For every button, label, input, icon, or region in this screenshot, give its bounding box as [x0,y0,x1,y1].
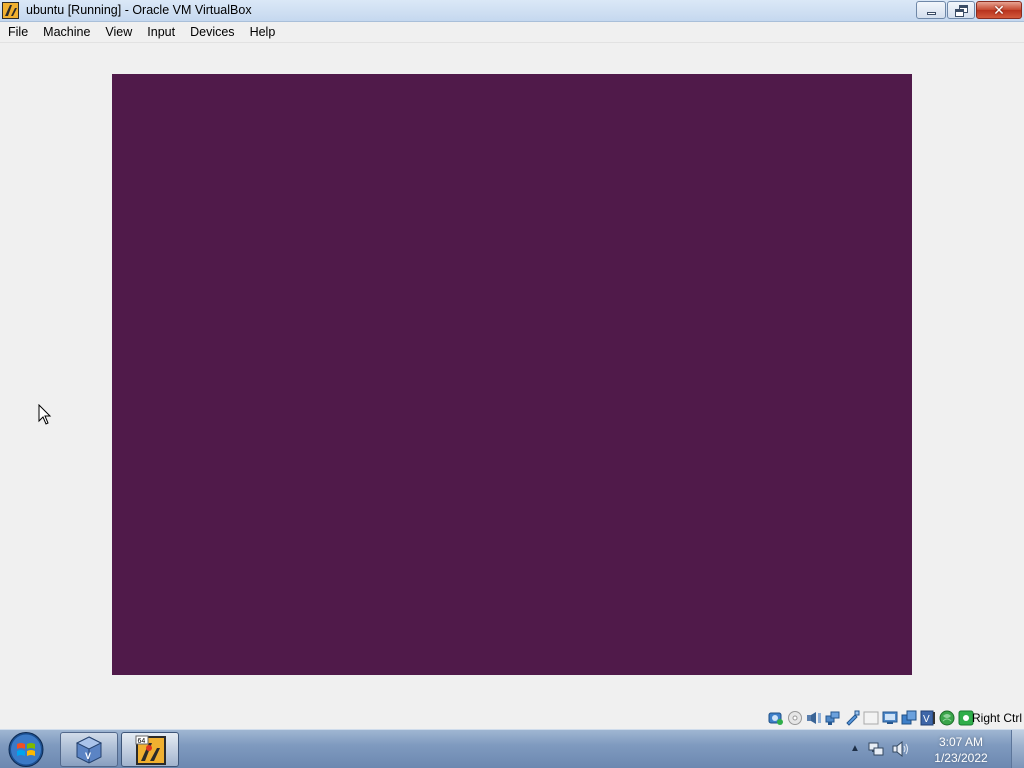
taskbar-clock[interactable]: 3:07 AM 1/23/2022 [922,734,1000,766]
show-hidden-icons-button[interactable]: ▲ [850,743,860,754]
menu-help[interactable]: Help [242,23,283,42]
taskbar-vm-window[interactable]: 64 [121,732,179,767]
menu-bar: File Machine View Input Devices Help [0,23,1024,43]
restore-button[interactable] [947,1,975,19]
close-icon: ✕ [993,2,1005,18]
window-controls: ✕ [915,1,1022,20]
menu-view[interactable]: View [97,23,139,42]
clock-time: 3:07 AM [938,735,984,749]
usb-icon[interactable] [844,710,860,726]
start-button[interactable] [6,731,46,768]
window-title-bar[interactable]: ubuntu [Running] - Oracle VM VirtualBox … [0,0,1024,22]
clock-date: 1/23/2022 [934,751,988,765]
taskbar-virtualbox-manager[interactable]: V [60,732,118,767]
device-indicators: V [765,710,974,726]
menu-input[interactable]: Input [139,23,182,42]
network-tray-icon[interactable] [868,741,884,757]
restore-icon-back [955,9,964,17]
menu-file[interactable]: File [0,23,35,42]
optical-drive-icon[interactable] [787,710,803,726]
menu-machine[interactable]: Machine [35,23,97,42]
vm-display-area [0,43,1024,707]
mouse-pointer-icon [38,404,52,425]
network-icon[interactable] [825,710,841,726]
hard-disk-icon[interactable] [768,710,784,726]
shared-folders-icon[interactable] [863,710,879,726]
minimize-icon [927,12,936,15]
minimize-button[interactable] [916,1,946,19]
show-desktop-button[interactable] [1011,730,1024,768]
vm-status-bar: V Right Ctrl [0,707,1024,729]
vm-64-badge: 64 [138,738,146,745]
window-title: ubuntu [Running] - Oracle VM VirtualBox [26,3,252,17]
windows-taskbar: V 64 ▲ 3:07 AM 1/23/2022 [0,729,1024,768]
virtualbox-vm-icon [2,2,19,19]
vm-64bit-icon: 64 [135,735,166,765]
virtualbox-cube-icon: V [75,736,103,764]
close-button[interactable]: ✕ [976,1,1022,19]
host-key-label: Right Ctrl [971,711,1022,725]
display-icon[interactable] [882,710,898,726]
guest-additions-icon[interactable] [939,710,955,726]
svg-text:V: V [923,714,930,725]
menu-devices[interactable]: Devices [182,23,241,42]
vt-x-icon[interactable]: V [920,710,936,726]
volume-icon[interactable] [892,741,910,757]
vm-guest-screen[interactable] [112,74,912,675]
audio-icon[interactable] [806,710,822,726]
svg-text:V: V [85,751,91,761]
video-capture-icon[interactable] [901,710,917,726]
